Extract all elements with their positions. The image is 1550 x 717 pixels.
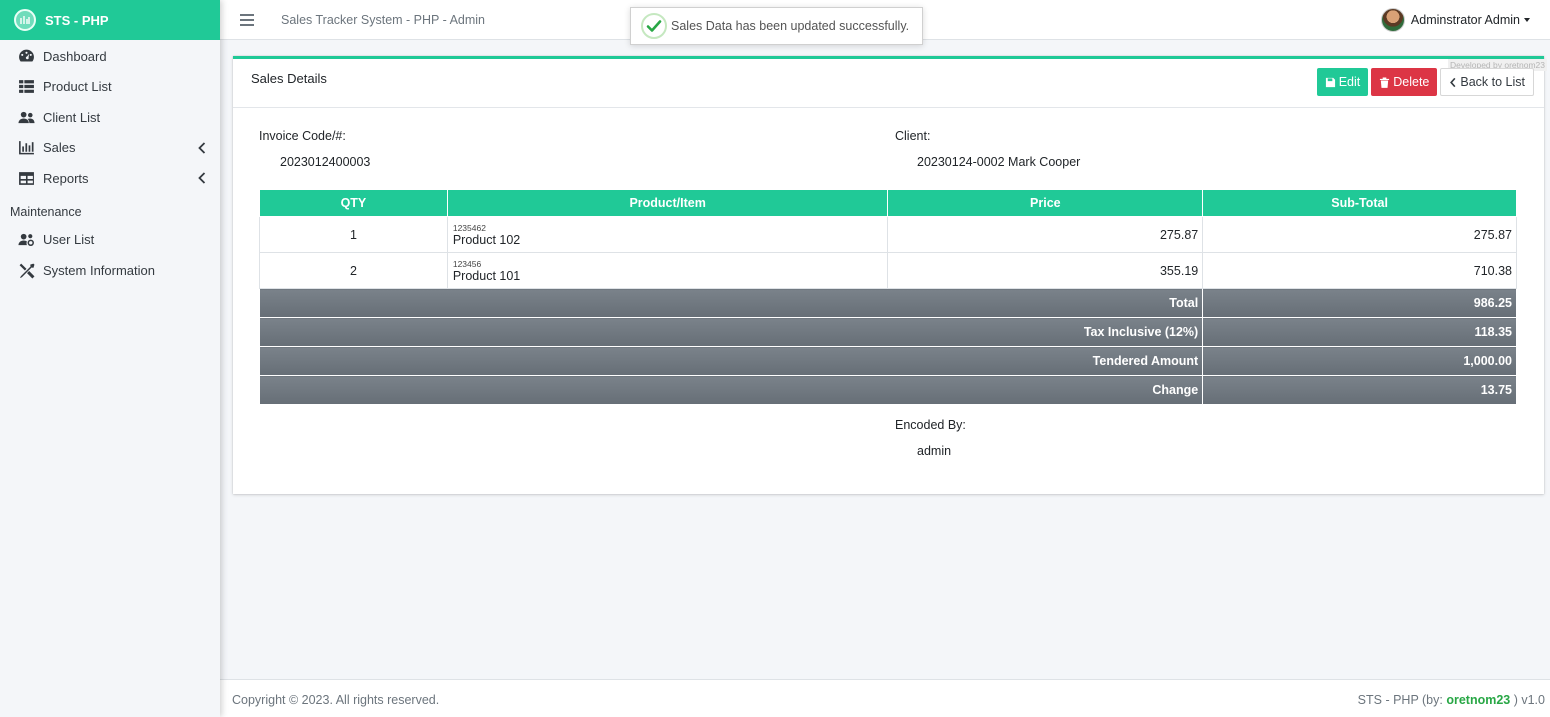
sidebar-item-reports[interactable]: Reports [0, 163, 220, 194]
trash-icon [1380, 76, 1390, 88]
save-icon [1325, 77, 1335, 87]
summary-row-change: Change 13.75 [258, 375, 1517, 405]
chart-icon [17, 139, 35, 157]
sidebar-item-label: Dashboard [43, 48, 107, 64]
product-name: Product 102 [452, 232, 521, 247]
sidebar-item-sales[interactable]: Sales [0, 133, 220, 164]
footer: Copyright © 2023. All rights reserved. S… [220, 679, 1550, 717]
list-icon [17, 78, 35, 96]
sidebar-section-header: Maintenance [10, 204, 82, 219]
summary-label: Total [258, 288, 1204, 318]
chevron-left-icon [1450, 77, 1456, 87]
back-button-label: Back to List [1460, 75, 1525, 89]
sidebar-item-dashboard[interactable]: Dashboard [0, 41, 220, 72]
footer-suffix: ) v1.0 [1510, 693, 1545, 707]
column-header-product: Product/Item [446, 189, 889, 217]
product-code: 123456 [452, 258, 482, 269]
sidebar-item-label: Client List [43, 109, 101, 125]
summary-row-total: Total 986.25 [258, 288, 1517, 318]
row-product: 123456 Product 101 [446, 252, 889, 289]
page-title: Sales Details [251, 71, 327, 86]
caret-down-icon [1524, 18, 1530, 22]
brand[interactable]: STS - PHP [0, 0, 220, 40]
summary-label: Tendered Amount [258, 346, 1204, 376]
column-header-price: Price [887, 189, 1204, 217]
app-title: Sales Tracker System - PHP - Admin [281, 12, 485, 27]
row-price: 275.87 [887, 216, 1204, 253]
invoice-code-value: 2023012400003 [280, 155, 371, 169]
delete-button-label: Delete [1393, 75, 1430, 89]
row-qty: 1 [259, 216, 448, 253]
sidebar-item-product-list[interactable]: Product List [0, 72, 220, 103]
table-header-row: QTY Product/Item Price Sub-Total [259, 189, 1517, 217]
summary-value: 1,000.00 [1202, 346, 1517, 376]
sales-items-table: QTY Product/Item Price Sub-Total 1 12354… [258, 189, 1517, 405]
sales-details-card: Sales Details Developed by oretnom23 Edi… [233, 56, 1547, 494]
sidebar-item-label: User List [43, 232, 95, 248]
users-icon [17, 108, 35, 126]
user-name: Adminstrator Admin [1410, 13, 1520, 27]
users-cog-icon [17, 231, 35, 249]
row-product: 1235462 Product 102 [446, 216, 889, 253]
avatar [1380, 8, 1405, 32]
toast-message: Sales Data has been updated successfully… [671, 19, 910, 33]
summary-value: 986.25 [1202, 288, 1517, 318]
chevron-left-icon [198, 172, 206, 184]
card-actions: Edit Delete Back to List [1314, 68, 1534, 96]
sidebar-item-label: Sales [43, 140, 76, 156]
brand-logo-icon [14, 9, 36, 31]
product-name: Product 101 [452, 268, 521, 283]
invoice-code-label: Invoice Code/#: [259, 129, 346, 143]
dashboard-icon [17, 47, 35, 65]
client-value: 20230124-0002 Mark Cooper [917, 155, 1081, 169]
product-code: 1235462 [452, 222, 486, 233]
edit-button-label: Edit [1338, 75, 1361, 89]
check-icon [641, 13, 667, 39]
encoded-by-value: admin [917, 444, 952, 458]
chevron-left-icon [198, 141, 206, 154]
copyright-text: Copyright © 2023. All rights reserved. [232, 693, 440, 707]
summary-label: Change [258, 375, 1204, 405]
row-subtotal: 275.87 [1202, 216, 1517, 253]
brand-name: STS - PHP [45, 12, 109, 28]
author-link[interactable]: oretnom23 [1446, 693, 1510, 707]
row-qty: 2 [259, 252, 448, 289]
row-price: 355.19 [887, 252, 1204, 289]
sidebar-item-label: Product List [43, 79, 112, 95]
column-header-qty: QTY [259, 189, 448, 217]
footer-credits: STS - PHP (by: oretnom23 ) v1.0 [1358, 693, 1545, 707]
sidebar-item-client-list[interactable]: Client List [0, 102, 220, 133]
summary-value: 13.75 [1202, 375, 1517, 405]
row-subtotal: 710.38 [1202, 252, 1517, 289]
table-row: 2 123456 Product 101 355.19 710.38 [259, 252, 1517, 289]
delete-button[interactable]: Delete [1371, 68, 1438, 96]
summary-value: 118.35 [1202, 317, 1517, 347]
encoded-by-label: Encoded By: [895, 418, 966, 432]
user-menu[interactable]: Adminstrator Admin [1380, 8, 1530, 32]
edit-button[interactable]: Edit [1316, 68, 1369, 96]
table-row: 1 1235462 Product 102 275.87 275.87 [259, 216, 1517, 253]
summary-label: Tax Inclusive (12%) [258, 317, 1204, 347]
card-header: Sales Details Developed by oretnom23 Edi… [233, 59, 1547, 108]
table-icon [17, 169, 35, 187]
footer-prefix: STS - PHP (by: [1357, 693, 1447, 707]
back-to-list-button[interactable]: Back to List [1440, 68, 1534, 96]
client-label: Client: [895, 129, 931, 143]
column-header-subtotal: Sub-Total [1202, 189, 1517, 217]
sidebar: STS - PHP Dashboard Product List Client … [0, 0, 220, 717]
summary-row-tendered: Tendered Amount 1,000.00 [258, 346, 1517, 376]
sidebar-item-label: Reports [43, 170, 89, 186]
sidebar-item-user-list[interactable]: User List [0, 225, 220, 256]
tools-icon [17, 261, 35, 279]
success-toast: Sales Data has been updated successfully… [630, 7, 923, 45]
menu-toggle-icon[interactable] [240, 13, 254, 26]
sidebar-item-system-information[interactable]: System Information [0, 255, 220, 286]
sidebar-item-label: System Information [43, 262, 155, 278]
summary-row-tax: Tax Inclusive (12%) 118.35 [258, 317, 1517, 347]
